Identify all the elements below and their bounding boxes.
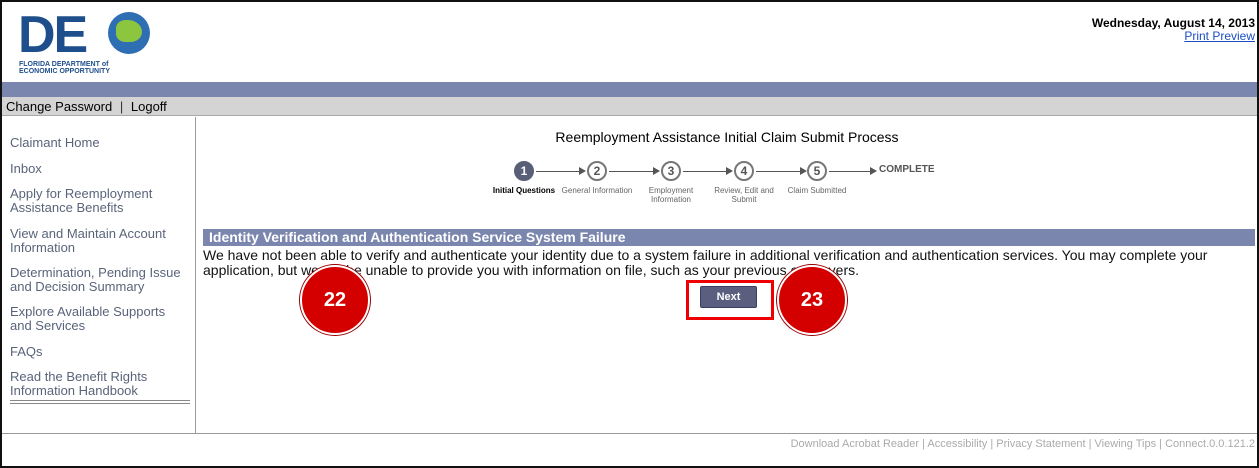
next-button[interactable]: Next bbox=[700, 286, 757, 308]
page-header: DE FLORIDA DEPARTMENT of ECONOMIC OPPORT… bbox=[2, 2, 1257, 82]
footer-version: Connect.0.0.121.2 bbox=[1165, 438, 1255, 450]
header-band bbox=[2, 82, 1257, 97]
sidebar-item-inbox[interactable]: Inbox bbox=[10, 162, 195, 176]
sidebar-item-determination[interactable]: Determination, Pending Issue and Decisio… bbox=[10, 266, 200, 294]
logo-letters: DE bbox=[18, 6, 88, 64]
step-arrow bbox=[609, 167, 660, 175]
florida-globe-icon bbox=[108, 12, 150, 54]
step-badge-22: 22 bbox=[300, 265, 370, 335]
logo-subtitle: FLORIDA DEPARTMENT of ECONOMIC OPPORTUNI… bbox=[19, 61, 111, 75]
footer-separator: | bbox=[1088, 438, 1092, 450]
step-1-circle: 1 bbox=[514, 161, 534, 181]
sidebar-item-supports[interactable]: Explore Available Supports and Services bbox=[10, 305, 180, 333]
step-arrow bbox=[536, 167, 586, 175]
change-password-link[interactable]: Change Password bbox=[6, 99, 112, 114]
footer-separator: | bbox=[922, 438, 925, 450]
footer-link-viewing-tips[interactable]: Viewing Tips bbox=[1095, 438, 1157, 450]
page-footer: Download Acrobat Reader | Accessibility … bbox=[2, 433, 1257, 466]
print-preview-link[interactable]: Print Preview bbox=[1184, 29, 1255, 43]
logoff-link[interactable]: Logoff bbox=[131, 99, 167, 114]
footer-link-privacy[interactable]: Privacy Statement bbox=[996, 438, 1085, 450]
step-5-circle: 5 bbox=[807, 161, 827, 181]
current-date: Wednesday, August 14, 2013 bbox=[1091, 16, 1255, 30]
step-3-circle: 3 bbox=[661, 161, 681, 181]
sidebar-item-faqs[interactable]: FAQs bbox=[10, 345, 195, 359]
footer-separator: | bbox=[990, 438, 994, 450]
footer-separator: | bbox=[1159, 438, 1163, 450]
step-4-label: Review, Edit and Submit bbox=[714, 186, 774, 204]
sidebar-item-apply[interactable]: Apply for Reemployment Assistance Benefi… bbox=[10, 187, 170, 215]
sidebar-divider bbox=[10, 400, 190, 404]
step-4-circle: 4 bbox=[734, 161, 754, 181]
complete-label: COMPLETE bbox=[879, 164, 935, 175]
error-message: We have not been able to verify and auth… bbox=[203, 247, 1208, 278]
footer-link-accessibility[interactable]: Accessibility bbox=[927, 438, 987, 450]
footer-links: Download Acrobat Reader | Accessibility … bbox=[791, 438, 1255, 450]
step-arrow bbox=[683, 167, 733, 175]
account-toolbar: Change Password | Logoff bbox=[2, 97, 1257, 116]
process-title: Reemployment Assistance Initial Claim Su… bbox=[555, 129, 899, 145]
sidebar-item-claimant-home[interactable]: Claimant Home bbox=[10, 136, 195, 150]
step-2-circle: 2 bbox=[587, 161, 607, 181]
step-1-label: Initial Questions bbox=[492, 186, 556, 195]
section-heading: Identity Verification and Authentication… bbox=[203, 229, 1255, 246]
sidebar-nav: Claimant Home Inbox Apply for Reemployme… bbox=[2, 117, 196, 433]
step-5-label: Claim Submitted bbox=[787, 186, 847, 195]
deo-logo: DE FLORIDA DEPARTMENT of ECONOMIC OPPORT… bbox=[16, 6, 150, 78]
footer-link-acrobat[interactable]: Download Acrobat Reader bbox=[791, 438, 919, 450]
toolbar-separator: | bbox=[119, 99, 124, 114]
step-3-label: Employment Information bbox=[648, 186, 694, 204]
step-2-label: General Information bbox=[561, 186, 633, 195]
step-arrow bbox=[829, 167, 877, 175]
progress-stepper: 1 2 3 4 5 COMPLETE Initial Questions Gen… bbox=[493, 161, 954, 209]
step-badge-23: 23 bbox=[777, 265, 847, 335]
sidebar-item-account[interactable]: View and Maintain Account Information bbox=[10, 227, 200, 255]
step-arrow bbox=[756, 167, 807, 175]
sidebar-item-handbook[interactable]: Read the Benefit Rights Information Hand… bbox=[10, 370, 170, 398]
